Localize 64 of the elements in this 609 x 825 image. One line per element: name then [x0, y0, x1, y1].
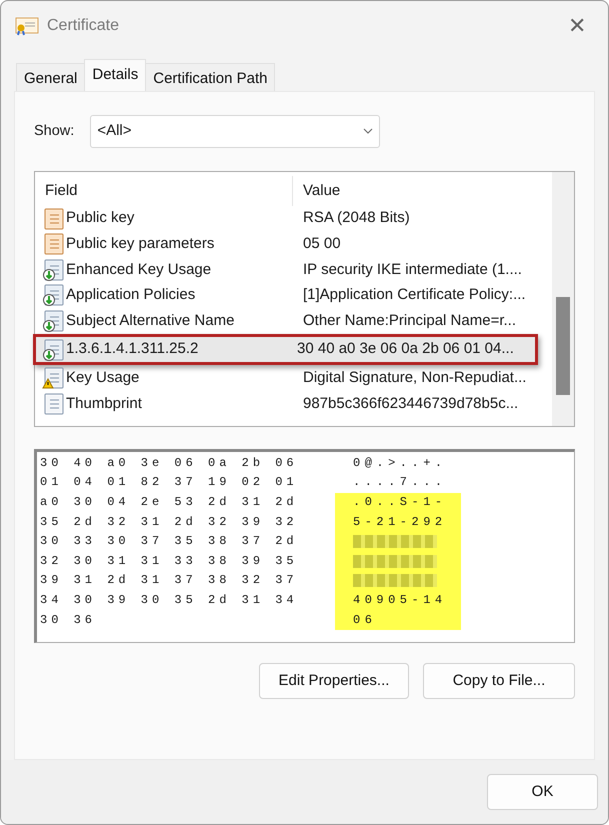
extension-download-icon — [42, 284, 64, 306]
show-label: Show: — [34, 122, 74, 141]
field-value: Digital Signature, Non-Repudiat... — [302, 368, 526, 388]
column-header[interactable]: Field — [35, 180, 78, 202]
ascii-text: 5-21-292 — [335, 512, 461, 532]
field-value: Other Name:Principal Name=r... — [302, 310, 516, 331]
hex-bytes: a0 30 04 2e 53 2d 31 2d — [40, 494, 299, 512]
field-value: 987b5c366f623446739d78b5c... — [302, 394, 518, 414]
window-title: Certificate — [47, 16, 120, 36]
hex-bytes: 35 2d 32 31 2d 32 39 32 — [40, 514, 299, 531]
ascii-text: 40905-14 — [335, 591, 461, 611]
scroll-thumb[interactable] — [556, 296, 570, 395]
field-row[interactable]: Public key RSA (2048 Bits) — [35, 206, 552, 232]
column-header[interactable]: Value — [293, 180, 340, 202]
ascii-text: .0..S-1- — [335, 493, 461, 513]
tab[interactable]: Details — [84, 58, 146, 91]
close-button[interactable]: ✕ — [560, 10, 594, 41]
property-icon — [42, 208, 64, 230]
ok-button[interactable]: OK — [487, 774, 598, 810]
hex-bytes: 30 36 — [40, 612, 98, 629]
field-value: IP security IKE intermediate (1.... — [302, 260, 522, 280]
property-icon — [42, 233, 64, 256]
field-name: Enhanced Key Usage — [66, 260, 212, 280]
ascii-text: 06 — [335, 610, 461, 630]
ascii-text: ....7... — [352, 474, 448, 492]
hex-bytes: 34 30 39 30 35 2d 31 34 — [40, 592, 299, 610]
field-row[interactable]: Thumbprint 987b5c366f623446739d78b5c... — [35, 391, 552, 417]
field-value: 30 40 a0 3e 06 0a 2b 06 01 04... — [296, 339, 514, 360]
extension-download-icon — [42, 338, 64, 361]
field-row[interactable]: Subject Alternative Name Other Name:Principal Name=r... — [35, 308, 552, 334]
field-name: Application Policies — [66, 285, 196, 306]
field-row[interactable]: Enhanced Key Usage IP security IKE intermediate (1.... — [35, 257, 552, 283]
hex-bytes: 32 30 31 31 33 38 39 35 — [40, 552, 299, 570]
hex-bytes: 30 33 30 37 35 38 37 2d — [40, 533, 299, 550]
caret-icon — [363, 128, 374, 134]
field-value: [1]Application Certificate Policy:... — [302, 285, 526, 306]
extension-download-icon — [42, 258, 64, 281]
certificate-icon — [15, 16, 39, 36]
field-row[interactable]: Public key parameters 05 00 — [35, 231, 552, 258]
field-value: 05 00 — [302, 234, 341, 254]
tab[interactable]: Certification Path — [145, 62, 276, 91]
field-name: Public key parameters — [66, 234, 214, 254]
field-name: Thumbprint — [66, 394, 142, 414]
ascii-text: 0@.>..+. — [352, 454, 448, 472]
field-name: Key Usage — [66, 368, 140, 388]
document-icon — [42, 392, 64, 415]
show-dropdown[interactable]: <All> — [90, 114, 380, 148]
copy-to-file-button[interactable]: Copy to File... — [423, 662, 575, 699]
dropdown-value: <All> — [97, 121, 132, 142]
field-row[interactable]: 1.3.6.1.4.1.311.25.2 30 40 a0 3e 06 0a 2b 06 01 04... — [36, 336, 535, 362]
field-value: RSA (2048 Bits) — [302, 208, 410, 228]
field-name: 1.3.6.1.4.1.311.25.2 — [66, 339, 198, 360]
field-row[interactable]: Application Policies [1]Application Certificate Policy:... — [35, 282, 552, 308]
field-row[interactable]: Key Usage Digital Signature, Non-Repudiat... — [35, 365, 552, 392]
warning-icon — [42, 367, 64, 390]
scrollbar[interactable] — [552, 172, 574, 426]
field-name: Public key — [66, 208, 134, 228]
tab[interactable]: General — [16, 62, 86, 91]
hex-bytes: 30 40 a0 3e 06 0a 2b 06 — [40, 454, 299, 472]
hex-bytes: 01 04 01 82 37 19 02 01 — [40, 474, 299, 492]
extension-download-icon — [42, 310, 64, 332]
field-name: Subject Alternative Name — [66, 310, 234, 331]
edit-properties-button[interactable]: Edit Properties... — [259, 662, 409, 699]
hex-bytes: 39 31 2d 31 37 38 32 37 — [40, 572, 299, 590]
